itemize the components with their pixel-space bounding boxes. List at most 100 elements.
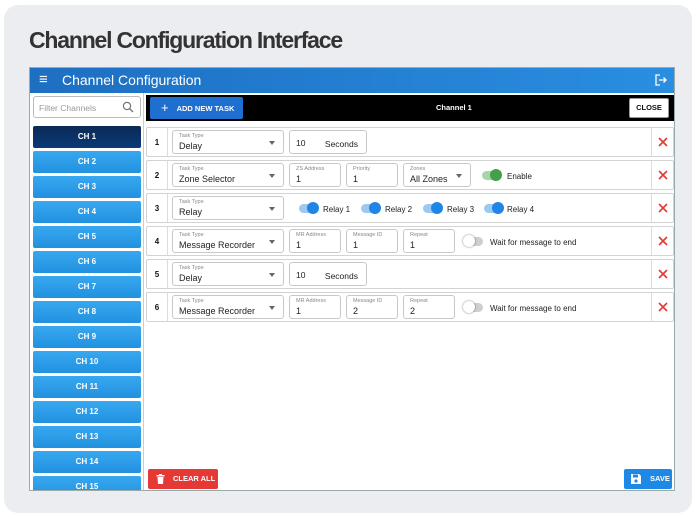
delete-task-button[interactable] (651, 194, 673, 222)
save-icon (631, 474, 641, 484)
filter-channels-input[interactable] (39, 100, 119, 115)
enable-label: Enable (507, 172, 532, 181)
sidebar-item-ch-13[interactable]: CH 13 (33, 426, 141, 448)
task-type-label: Task Type (179, 133, 204, 139)
add-new-task-label: ADD NEW TASK (176, 104, 235, 113)
sidebar-item-ch-5[interactable]: CH 5 (33, 226, 141, 248)
repeat-input[interactable]: Repeat 2 (403, 295, 455, 319)
mr-address-value: 1 (296, 306, 302, 316)
sidebar-item-ch-12[interactable]: CH 12 (33, 401, 141, 423)
task-type-label: Task Type (179, 298, 204, 304)
save-button[interactable]: SAVE (624, 469, 672, 489)
mr-address-input[interactable]: MR Address 1 (289, 229, 341, 253)
zones-label: Zones (410, 166, 426, 172)
sidebar-item-ch-8[interactable]: CH 8 (33, 301, 141, 323)
task-type-select[interactable]: Task Type Message Recorder (172, 229, 284, 253)
toggle-knob (463, 301, 475, 313)
page-title: Channel Configuration Interface (29, 27, 343, 53)
divider (167, 128, 168, 156)
message-id-input[interactable]: Message ID 2 (346, 295, 398, 319)
relay-1-label: Relay 1 (323, 205, 351, 214)
task-type-label: Task Type (179, 199, 204, 205)
message-id-input[interactable]: Message ID 1 (346, 229, 398, 253)
sidebar-item-ch-9[interactable]: CH 9 (33, 326, 141, 348)
delay-unit: Seconds (324, 139, 358, 149)
toggle-knob (431, 202, 443, 214)
sidebar-item-ch-14[interactable]: CH 14 (33, 451, 141, 473)
delete-task-button[interactable] (651, 128, 673, 156)
divider (167, 194, 168, 222)
mr-address-input[interactable]: MR Address 1 (289, 295, 341, 319)
delete-task-button[interactable] (651, 260, 673, 288)
task-number: 5 (154, 270, 160, 279)
sidebar-item-ch-2[interactable]: CH 2 (33, 151, 141, 173)
task-number: 1 (154, 138, 160, 147)
task-row: 2 Task Type Zone Selector ZS Address 1 P… (146, 160, 674, 190)
delete-task-button[interactable] (651, 161, 673, 189)
task-type-select[interactable]: Task Type Zone Selector (172, 163, 284, 187)
zs-address-input[interactable]: ZS Address 1 (289, 163, 341, 187)
delay-input[interactable]: 10 Seconds (289, 130, 367, 154)
sidebar-item-ch-1[interactable]: CH 1 (33, 126, 141, 148)
wait-toggle[interactable] (463, 235, 483, 247)
zones-select[interactable]: Zones All Zones (403, 163, 471, 187)
task-row: 1 Task Type Delay 10 Seconds (146, 127, 674, 157)
task-type-value: Delay (179, 273, 203, 283)
repeat-input[interactable]: Repeat 1 (403, 229, 455, 253)
delete-task-button[interactable] (651, 293, 673, 321)
zones-value: All Zones (410, 174, 448, 184)
delay-value: 10 (296, 138, 306, 148)
relay-1-toggle[interactable] (299, 202, 319, 214)
menu-icon[interactable]: ≡ (39, 71, 48, 89)
message-id-value: 2 (353, 306, 359, 316)
close-icon (658, 269, 668, 279)
sidebar-item-ch-4[interactable]: CH 4 (33, 201, 141, 223)
wait-toggle[interactable] (463, 301, 483, 313)
delay-input[interactable]: 10 Seconds (289, 262, 367, 286)
priority-value: 1 (353, 174, 359, 184)
close-button[interactable]: CLOSE (629, 98, 669, 118)
zs-address-label: ZS Address (296, 166, 325, 172)
task-type-value: Zone Selector (179, 174, 236, 184)
close-icon (658, 137, 668, 147)
plus-icon: + (161, 100, 169, 115)
relay-3-toggle[interactable] (423, 202, 443, 214)
sidebar-item-ch-10[interactable]: CH 10 (33, 351, 141, 373)
relay-2-toggle[interactable] (361, 202, 381, 214)
task-type-select[interactable]: Task Type Relay (172, 196, 284, 220)
sidebar-item-ch-11[interactable]: CH 11 (33, 376, 141, 398)
enable-toggle[interactable] (482, 169, 502, 181)
add-new-task-button[interactable]: + ADD NEW TASK (150, 97, 243, 119)
task-type-select[interactable]: Task Type Delay (172, 130, 284, 154)
search-icon[interactable] (122, 101, 134, 113)
task-type-value: Delay (179, 141, 203, 151)
delete-task-button[interactable] (651, 227, 673, 255)
task-type-value: Relay (179, 207, 203, 217)
task-toolbar: + ADD NEW TASK Channel 1 CLOSE (146, 95, 674, 121)
wait-label: Wait for message to end (490, 238, 577, 247)
chevron-down-icon (269, 306, 275, 310)
divider (167, 161, 168, 189)
filter-box (33, 96, 141, 118)
task-row: 3 Task Type Relay Relay 1 Relay 2 Relay … (146, 193, 674, 223)
toggle-knob (490, 169, 502, 181)
chevron-down-icon (456, 174, 462, 178)
task-type-select[interactable]: Task Type Message Recorder (172, 295, 284, 319)
task-type-select[interactable]: Task Type Delay (172, 262, 284, 286)
sidebar-item-ch-3[interactable]: CH 3 (33, 176, 141, 198)
sidebar-item-ch-15[interactable]: CH 15 (33, 476, 141, 490)
priority-input[interactable]: Priority 1 (346, 163, 398, 187)
relay-3-label: Relay 3 (447, 205, 475, 214)
zs-address-value: 1 (296, 174, 302, 184)
task-number: 2 (154, 171, 160, 180)
clear-all-button[interactable]: CLEAR ALL (148, 469, 218, 489)
mr-address-label: MR Address (296, 298, 326, 304)
chevron-down-icon (269, 240, 275, 244)
relay-4-toggle[interactable] (484, 202, 504, 214)
exit-icon[interactable] (654, 73, 668, 87)
task-row: 4 Task Type Message Recorder MR Address … (146, 226, 674, 256)
task-type-label: Task Type (179, 265, 204, 271)
sidebar-item-ch-7[interactable]: CH 7 (33, 276, 141, 298)
clear-all-label: CLEAR ALL (173, 474, 216, 483)
sidebar-item-ch-6[interactable]: CH 6 (33, 251, 141, 273)
